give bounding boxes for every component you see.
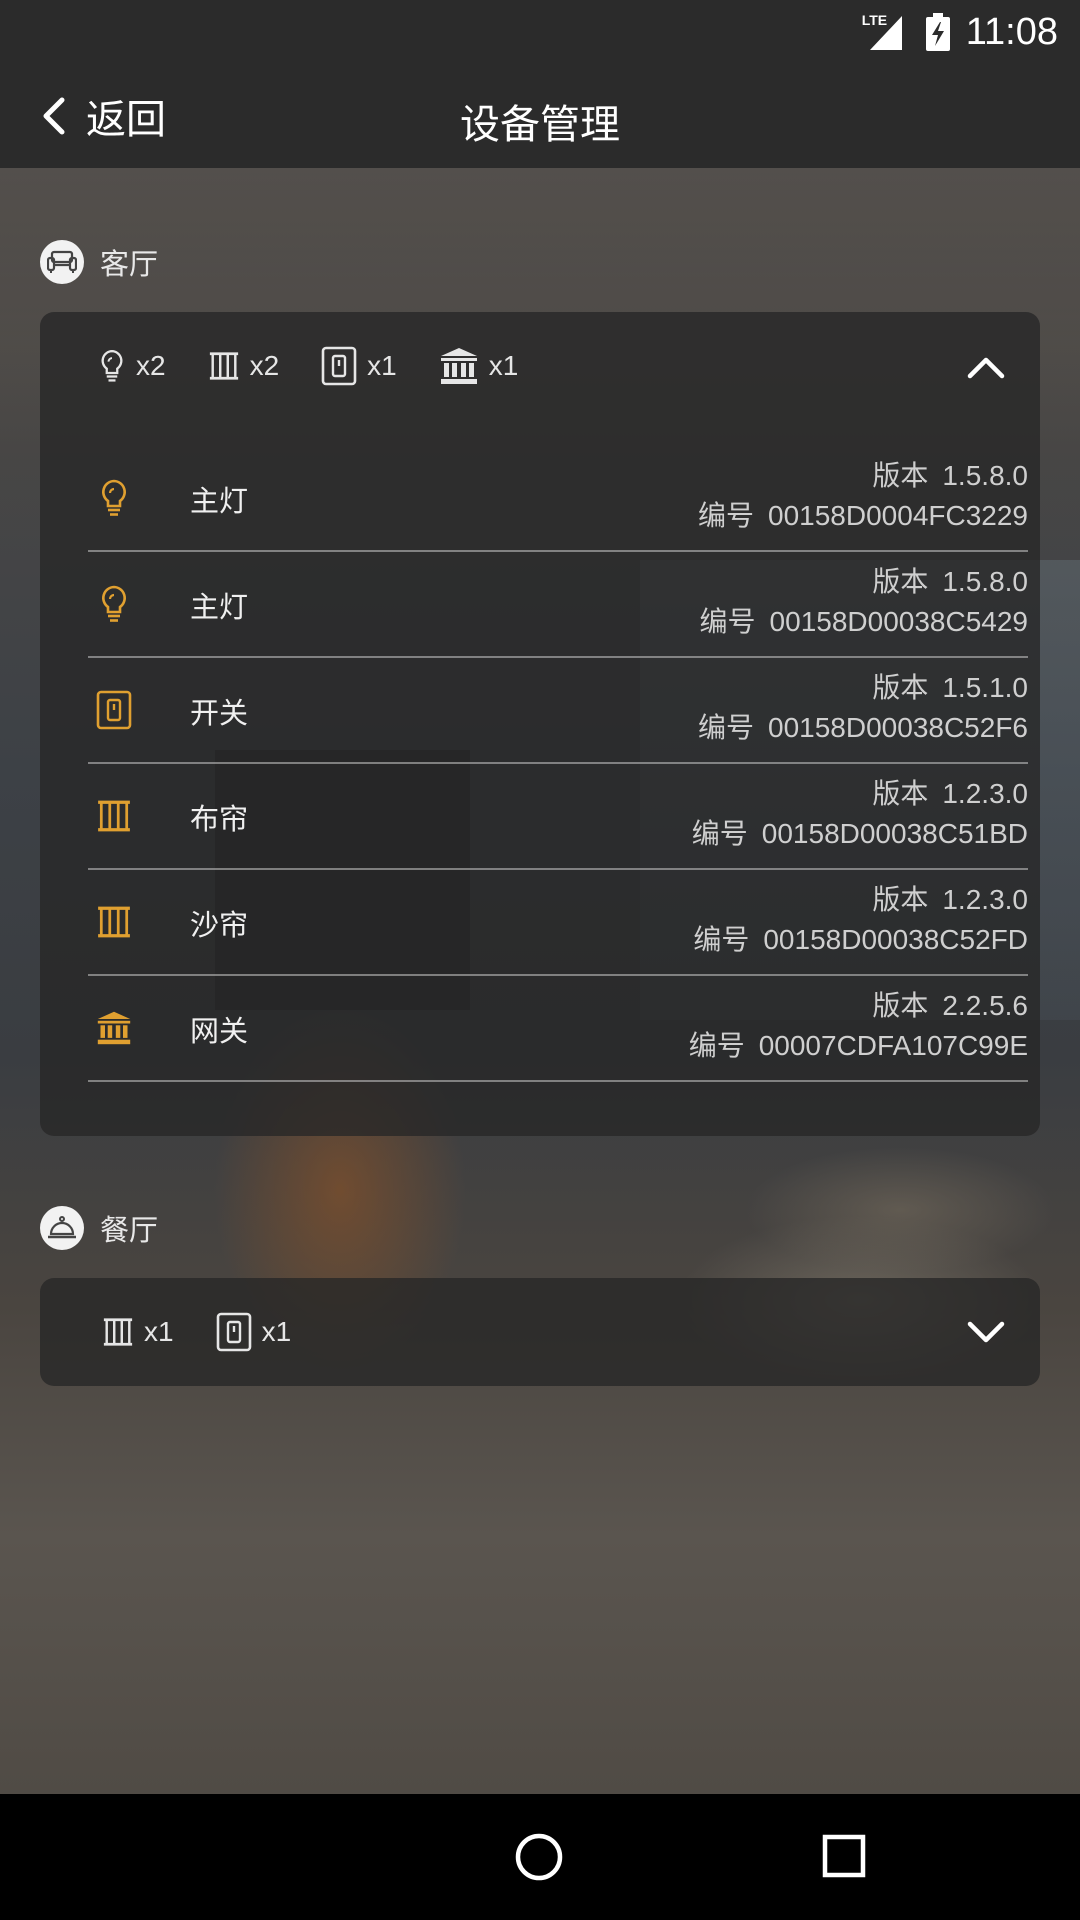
room-summary-toggle[interactable]: x2 x2 x1 x1 — [40, 312, 1040, 420]
device-name: 沙帘 — [190, 908, 249, 942]
back-label: 返回 — [86, 97, 166, 143]
switch-icon — [96, 690, 132, 730]
device-row[interactable]: 网关 版本 2.2.5.6 编号 00007CDFA107C99E — [88, 974, 1028, 1082]
device-row[interactable]: 主灯 版本 1.5.8.0 编号 00158D0004FC3229 — [88, 444, 1028, 552]
bulb-icon — [98, 348, 126, 384]
device-id: 00158D00038C52F6 — [768, 712, 1028, 743]
device-id: 00158D00038C52FD — [763, 924, 1028, 955]
device-row[interactable]: 开关 版本 1.5.1.0 编号 00158D00038C52F6 — [88, 656, 1028, 764]
device-name: 网关 — [190, 1014, 249, 1048]
device-row[interactable]: 沙帘 版本 1.2.3.0 编号 00158D00038C52FD — [88, 868, 1028, 976]
room-name: 餐厅 — [100, 1213, 159, 1247]
curtain-icon — [96, 902, 132, 942]
bulb-icon — [96, 584, 132, 624]
summary-curtain: x2 — [208, 350, 279, 382]
curtain-icon — [96, 796, 132, 836]
id-label: 编号 — [688, 1029, 745, 1062]
device-version: 1.2.3.0 — [942, 778, 1028, 809]
status-time: 11:08 — [965, 10, 1058, 53]
switch-icon — [216, 1312, 252, 1352]
summary-switch: x1 — [216, 1312, 291, 1352]
recent-apps-icon[interactable] — [822, 1834, 866, 1878]
status-bar: LTE 11:08 — [0, 0, 1080, 64]
device-name: 布帘 — [190, 802, 249, 836]
back-button[interactable]: 返回 — [40, 86, 166, 146]
gateway-icon — [96, 1008, 132, 1048]
summary-curtain: x1 — [102, 1316, 174, 1348]
room-card-living-room: x2 x2 x1 x1 主灯 版本 1.5.8.0 编号 00158D0004FC3… — [40, 312, 1040, 1136]
dining-bell-icon — [40, 1206, 84, 1250]
system-nav-bar — [0, 1794, 1080, 1920]
battery-charging-icon — [925, 13, 950, 51]
switch-icon — [321, 346, 357, 386]
version-label: 版本 — [872, 459, 929, 492]
version-label: 版本 — [872, 671, 929, 704]
lte-signal-icon: LTE — [862, 12, 910, 52]
room-header-living-room: 客厅 — [40, 240, 158, 284]
device-row[interactable]: 布帘 版本 1.2.3.0 编号 00158D00038C51BD — [88, 762, 1028, 870]
version-label: 版本 — [872, 989, 929, 1022]
summary-gateway: x1 — [439, 346, 518, 386]
summary-bulb: x2 — [98, 348, 166, 384]
id-label: 编号 — [698, 711, 755, 744]
device-id: 00158D00038C51BD — [761, 818, 1028, 849]
version-label: 版本 — [872, 883, 929, 916]
version-label: 版本 — [872, 565, 929, 598]
device-id: 00007CDFA107C99E — [758, 1030, 1028, 1061]
id-label: 编号 — [693, 923, 750, 956]
device-version: 2.2.5.6 — [942, 990, 1028, 1021]
chevron-up-icon[interactable] — [964, 344, 1008, 388]
device-version: 1.5.8.0 — [942, 566, 1028, 597]
room-name: 客厅 — [100, 247, 159, 281]
id-label: 编号 — [698, 499, 755, 532]
id-label: 编号 — [699, 605, 756, 638]
summary-switch: x1 — [321, 346, 397, 386]
id-label: 编号 — [691, 817, 748, 850]
device-name: 主灯 — [190, 590, 249, 624]
device-row[interactable]: 主灯 版本 1.5.8.0 编号 00158D00038C5429 — [88, 550, 1028, 658]
curtain-icon — [208, 350, 240, 382]
curtain-icon — [102, 1316, 134, 1348]
device-id: 00158D0004FC3229 — [768, 500, 1028, 531]
chevron-left-icon — [43, 97, 65, 135]
app-bar: 设备管理 返回 — [0, 64, 1080, 168]
gateway-icon — [439, 346, 479, 386]
device-name: 开关 — [190, 696, 249, 730]
device-version: 1.5.8.0 — [942, 460, 1028, 491]
sofa-icon — [40, 240, 84, 284]
device-version: 1.2.3.0 — [942, 884, 1028, 915]
device-id: 00158D00038C5429 — [769, 606, 1028, 637]
room-card-dining-room: x1 x1 — [40, 1278, 1040, 1386]
chevron-down-icon[interactable] — [964, 1310, 1008, 1354]
version-label: 版本 — [872, 777, 929, 810]
room-header-dining-room: 餐厅 — [40, 1206, 158, 1250]
device-name: 主灯 — [190, 484, 249, 518]
home-circle-icon[interactable] — [514, 1832, 564, 1882]
device-version: 1.5.1.0 — [942, 672, 1028, 703]
room-summary-toggle[interactable]: x1 x1 — [40, 1278, 1040, 1386]
bulb-icon — [96, 478, 132, 518]
